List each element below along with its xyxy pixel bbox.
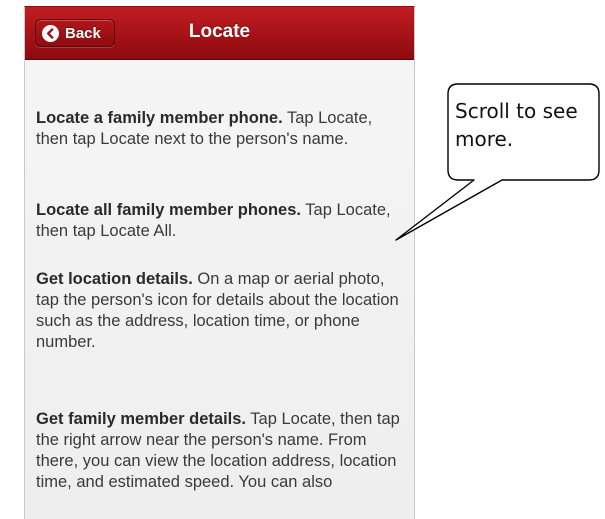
page-title: Locate (188, 21, 251, 42)
paragraph-heading: Get location details. (36, 270, 193, 288)
paragraph-heading: Locate all family member phones. (36, 201, 301, 219)
callout-text: Scroll to see more. (455, 97, 595, 153)
paragraph-heading: Get family member details. (36, 410, 246, 428)
screenshot-stage: Back Locate Locate a family member phone… (0, 0, 605, 519)
callout-line: Scroll to see (455, 99, 578, 123)
help-content[interactable]: Locate a family member phone. Tap Locate… (25, 60, 414, 519)
paragraph-heading: Locate a family member phone. (36, 109, 283, 127)
help-paragraph: Get location details. On a map or aerial… (36, 269, 404, 353)
phone-screen: Back Locate Locate a family member phone… (24, 6, 415, 519)
help-paragraph: Locate a family member phone. Tap Locate… (36, 108, 404, 150)
navigation-bar: Back Locate (25, 7, 414, 60)
callout-line: more. (455, 127, 514, 151)
help-paragraph: Get family member details. Tap Locate, t… (36, 409, 404, 493)
help-paragraph: Locate all family member phones. Tap Loc… (36, 200, 404, 242)
